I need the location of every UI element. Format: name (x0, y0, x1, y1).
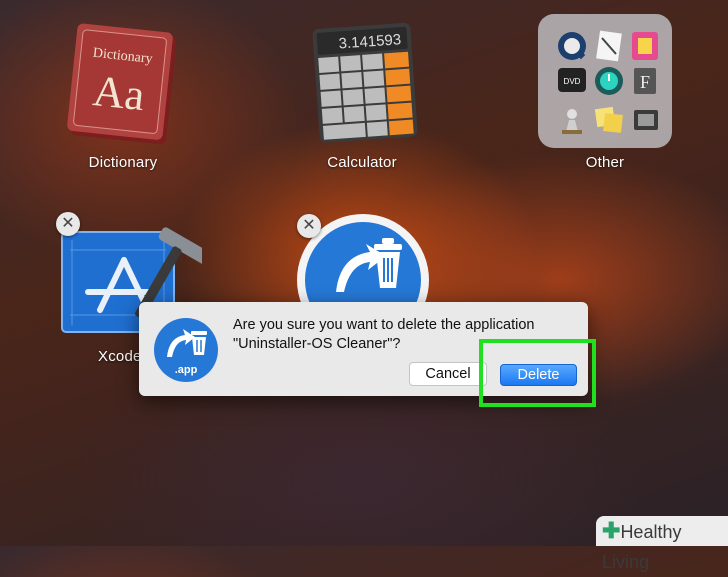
font-book-icon: F (634, 68, 656, 94)
svg-text:.app: .app (175, 364, 198, 376)
dvd-player-icon: DVD (558, 68, 586, 92)
delete-button[interactable]: Delete (500, 364, 577, 386)
folder-contents: DVD F (558, 30, 658, 134)
close-uninstaller-icon[interactable]: ✕ (297, 214, 321, 238)
app-label-calculator: Calculator (327, 154, 397, 171)
svg-text:Aa: Aa (91, 66, 147, 120)
chess-icon (562, 109, 582, 134)
app-label-other: Other (585, 154, 625, 171)
svg-text:DVD: DVD (564, 77, 581, 86)
calculator-icon: 3.141593 (312, 22, 418, 143)
stickies-icon (594, 106, 623, 133)
delete-button-highlight: Delete (479, 339, 596, 407)
watermark: ✚Healthy Living (596, 516, 728, 572)
app-dictionary[interactable]: Dictionary Aa Dictionary (60, 20, 186, 180)
app-folder-other[interactable]: DVD F Other (538, 14, 672, 180)
app-calculator[interactable]: 3.141593 Calculator (300, 20, 424, 180)
close-xcode-icon[interactable]: ✕ (56, 212, 80, 236)
dictionary-icon: Dictionary Aa (67, 23, 177, 145)
dialog-message-line1: Are you sure you want to delete the appl… (233, 317, 535, 333)
cancel-button[interactable]: Cancel (409, 362, 487, 386)
app-label-dictionary: Dictionary (88, 154, 158, 171)
uninstaller-app-icon: .app (154, 318, 218, 382)
plus-icon: ✚ (602, 518, 621, 543)
quicktime-icon (558, 32, 586, 60)
textedit-icon (596, 30, 622, 62)
svg-text:F: F (640, 72, 650, 92)
screenshot-icon (634, 110, 658, 130)
time-machine-icon (595, 67, 623, 95)
color-picker-icon (632, 32, 658, 60)
